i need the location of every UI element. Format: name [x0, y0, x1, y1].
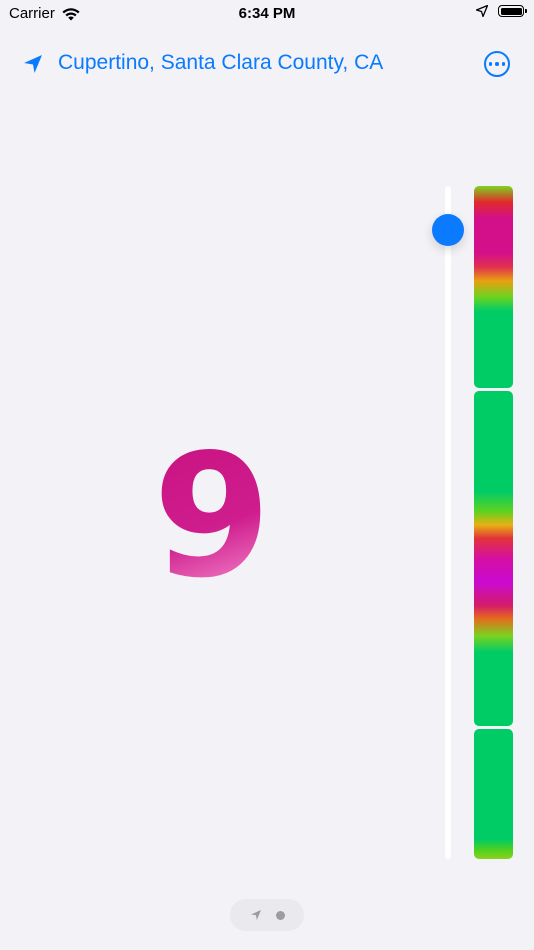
nav-bar: Cupertino, Santa Clara County, CA	[0, 44, 534, 84]
forecast-bar-segment	[474, 391, 513, 726]
page-dot[interactable]	[275, 910, 285, 920]
battery-icon	[498, 5, 527, 17]
location-page-icon[interactable]	[250, 909, 262, 921]
time-slider-track[interactable]	[445, 186, 451, 859]
time-slider-thumb[interactable]	[432, 214, 464, 246]
page-control[interactable]	[230, 899, 304, 931]
status-bar: Carrier 6:34 PM	[0, 0, 534, 28]
location-title[interactable]: Cupertino, Santa Clara County, CA	[58, 51, 383, 75]
status-time: 6:34 PM	[238, 5, 296, 22]
location-arrow-icon[interactable]	[22, 53, 44, 75]
more-options-button[interactable]	[484, 51, 510, 77]
current-value: 9	[132, 432, 292, 602]
more-icon	[488, 62, 493, 66]
forecast-bar-segment	[474, 186, 513, 388]
location-services-icon	[476, 5, 488, 17]
forecast-bar-segment	[474, 729, 513, 859]
status-right	[476, 5, 527, 17]
